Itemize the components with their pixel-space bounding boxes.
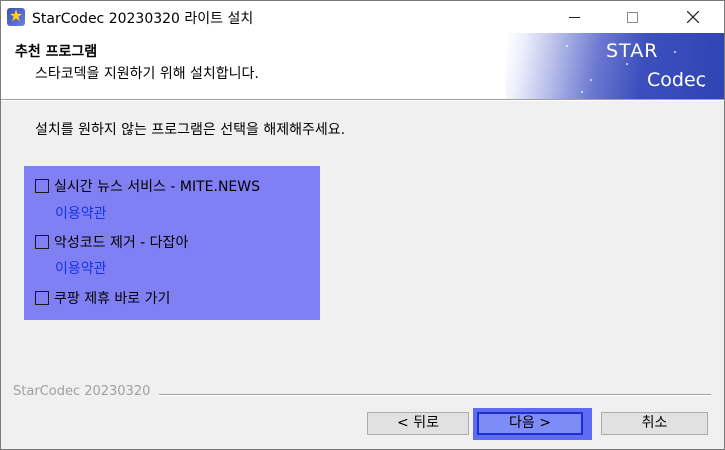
window-title: StarCodec 20230320 라이트 설치: [32, 11, 254, 27]
header-divider-highlight: [1, 100, 724, 101]
page-title: 추천 프로그램: [15, 44, 98, 60]
logo-text-codec: Codec: [647, 69, 707, 91]
cancel-button[interactable]: 취소: [601, 412, 708, 435]
next-button[interactable]: 다음 >: [477, 412, 583, 435]
back-button[interactable]: < 뒤로: [367, 412, 469, 435]
checkbox-mite-news[interactable]: [35, 179, 49, 193]
option-label: 악성코드 제거 - 다잡아: [54, 235, 189, 251]
starcodec-app-icon: ★: [7, 6, 25, 26]
title-bar: ★ StarCodec 20230320 라이트 설치: [1, 1, 724, 33]
footer-divider-highlight: [159, 395, 711, 396]
instruction-text: 설치를 원하지 않는 프로그램은 선택을 해제해주세요.: [35, 122, 346, 138]
option-label: 실시간 뉴스 서비스 - MITE.NEWS: [54, 179, 260, 195]
wizard-header: 추천 프로그램 스타코덱을 지원하기 위해 설치합니다. STAR Codec: [1, 33, 724, 99]
checkbox-coupang[interactable]: [35, 291, 49, 305]
installer-brand: StarCodec 20230320: [13, 384, 151, 399]
maximize-button[interactable]: [610, 1, 656, 33]
recommended-programs-panel: 실시간 뉴스 서비스 - MITE.NEWS 이용약관 악성코드 제거 - 다잡…: [24, 166, 320, 320]
minimize-button[interactable]: [552, 1, 598, 33]
installer-window: ★ StarCodec 20230320 라이트 설치 추천 프로그램 스타코덱…: [0, 0, 725, 450]
close-icon: [687, 11, 699, 23]
option-label: 쿠팡 제휴 바로 가기: [54, 291, 171, 307]
maximize-icon: [627, 12, 638, 23]
checkbox-dajaba[interactable]: [35, 235, 49, 249]
starcodec-logo: STAR Codec: [506, 33, 724, 99]
minimize-icon: [569, 17, 580, 18]
page-subtitle: 스타코덱을 지원하기 위해 설치합니다.: [35, 66, 259, 82]
terms-link-dajaba[interactable]: 이용약관: [55, 258, 107, 278]
logo-text-star: STAR: [606, 40, 659, 62]
close-button[interactable]: [670, 1, 716, 33]
terms-link-mite-news[interactable]: 이용약관: [55, 203, 107, 223]
